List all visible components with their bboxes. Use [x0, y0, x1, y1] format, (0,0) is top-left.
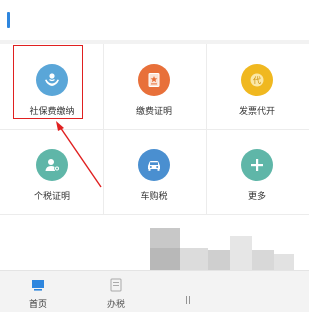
mosaic-block: [150, 228, 180, 248]
mosaic-block: [230, 236, 252, 270]
tab-label: 首页: [28, 300, 47, 310]
home-icon: [32, 280, 44, 291]
menu-icon: ||: [185, 295, 191, 304]
document-icon: [110, 278, 122, 292]
app-screen: 社保费缴纳 缴费证明 代 发票代开 个税证明 车购税 更多 首页 办税 ||: [0, 0, 309, 312]
tab-label: 办税: [106, 300, 125, 310]
tab-third[interactable]: ||: [178, 271, 198, 312]
bottom-tab-bar: 首页 办税 ||: [0, 270, 309, 312]
mosaic-block: [274, 254, 294, 270]
mosaic-block: [150, 248, 180, 270]
tab-home[interactable]: 首页: [22, 271, 54, 312]
mosaic-block: [180, 248, 208, 270]
mosaic-block: [208, 250, 230, 270]
tab-tax-office[interactable]: 办税: [100, 271, 132, 312]
mosaic-block: [252, 250, 274, 270]
